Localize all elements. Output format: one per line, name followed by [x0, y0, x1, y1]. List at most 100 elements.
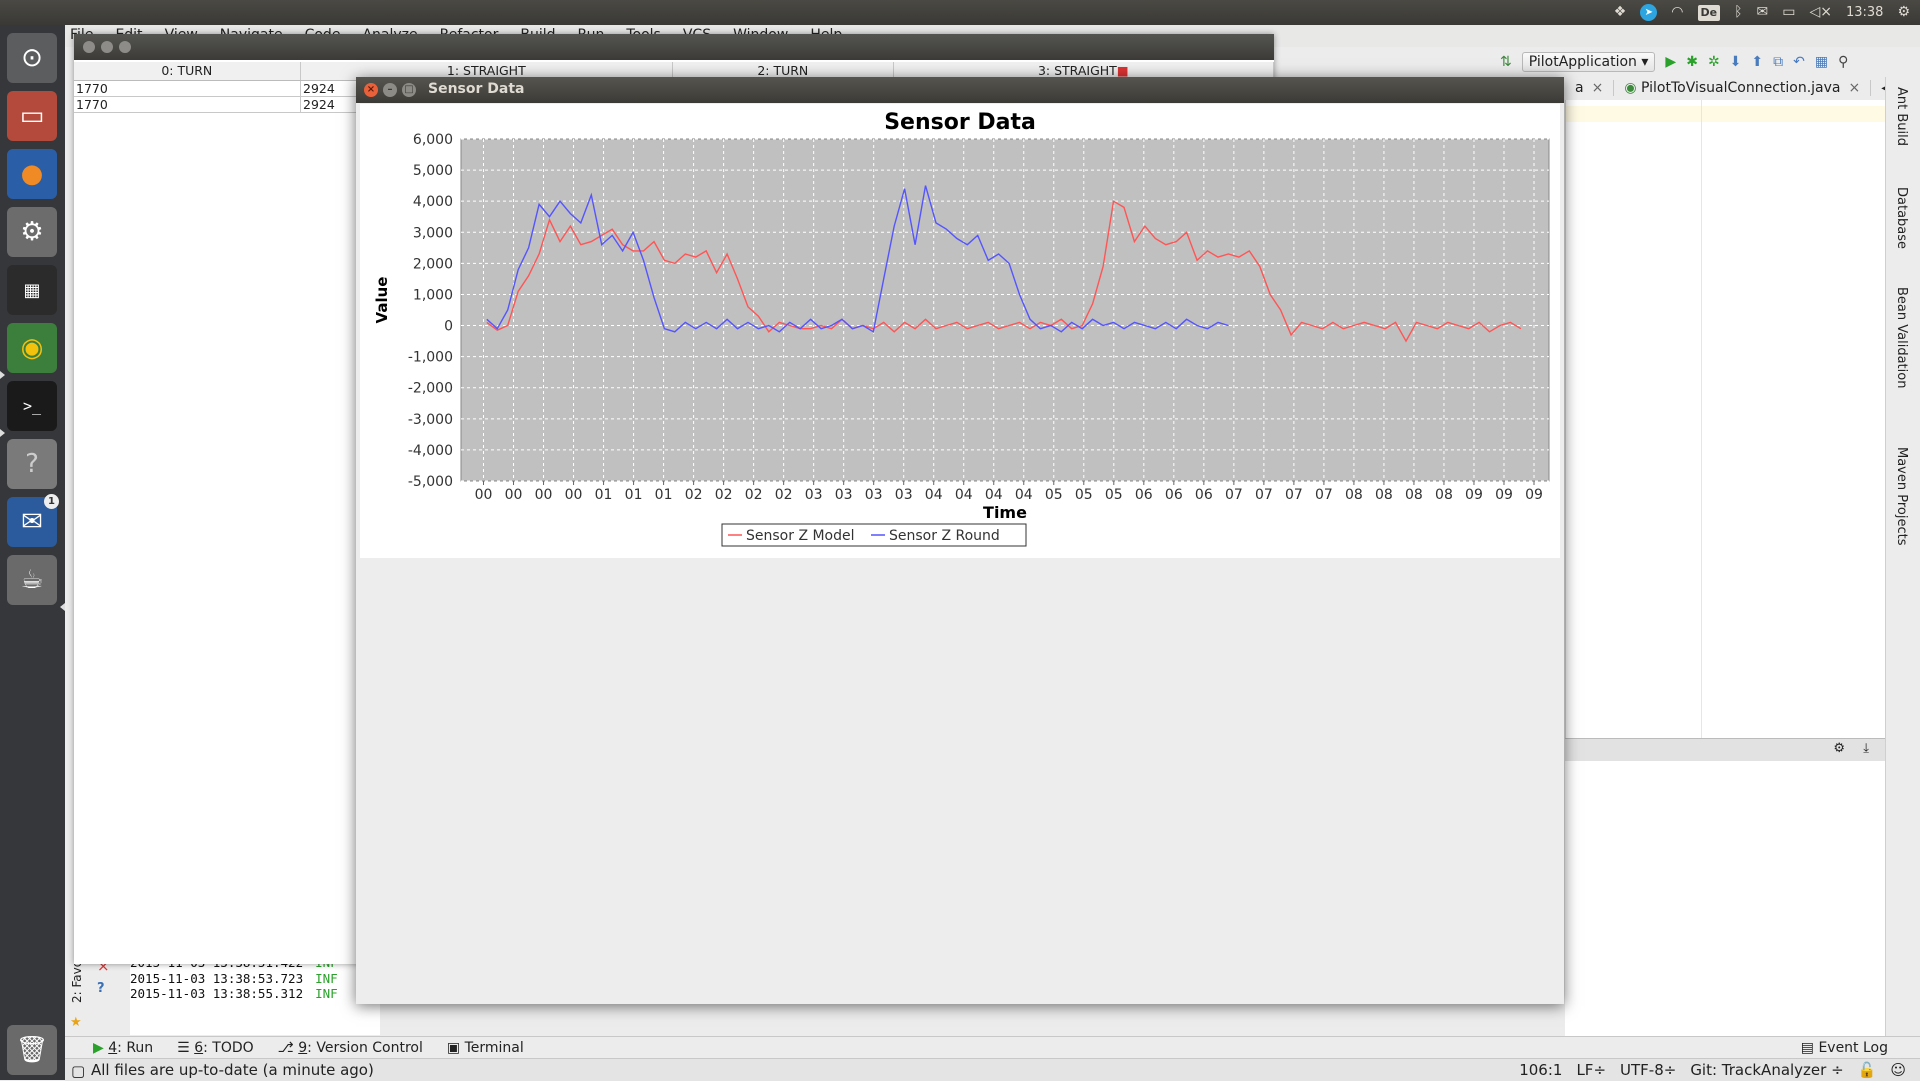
inspector-icon[interactable]: ☺	[1890, 1061, 1906, 1079]
running-indicator	[0, 371, 5, 379]
x-axis-label: Time	[983, 503, 1027, 522]
table-row[interactable]: 1770 2924	[74, 97, 394, 113]
lock-icon[interactable]: 🔓	[1858, 1061, 1877, 1079]
firefox-icon[interactable]: ●	[7, 149, 57, 199]
bluetooth-icon[interactable]: ᛒ	[1734, 0, 1742, 25]
terminal-icon: ▣	[446, 1040, 461, 1056]
search-icon[interactable]: ⚲	[1838, 54, 1848, 70]
file-encoding[interactable]: UTF-8÷	[1620, 1061, 1676, 1079]
telegram-icon[interactable]: ➤	[1640, 4, 1658, 21]
debug-icon[interactable]: ✱	[1686, 54, 1698, 70]
close-icon[interactable]: ×	[364, 83, 378, 97]
x-tick-label: 09	[1495, 487, 1513, 503]
revert-icon[interactable]: ↶	[1793, 54, 1805, 70]
x-tick-label: 04	[985, 487, 1003, 503]
clock[interactable]: 13:38	[1846, 5, 1883, 20]
x-tick-label: 00	[535, 487, 553, 503]
chrome-icon[interactable]: ◉	[7, 323, 57, 373]
close-icon[interactable]	[83, 41, 95, 53]
y-tick-label: -3,000	[408, 412, 453, 428]
chart-panel[interactable]: Sensor Data 6,000 5,000 4,000 3,000 2,000 1,00…	[360, 104, 1560, 558]
table-cell[interactable]: 1770	[74, 81, 301, 97]
java-app-icon[interactable]: ☕	[7, 555, 57, 605]
status-widgets: 106:1 LF÷ UTF-8÷ Git: TrackAnalyzer ÷ 🔓 …	[1519, 1061, 1906, 1079]
maximize-icon[interactable]: □	[402, 83, 416, 97]
x-tick-label: 08	[1375, 487, 1393, 503]
column-header[interactable]: 0: TURN	[74, 62, 301, 80]
settings-gear-icon[interactable]: ⚙	[1833, 741, 1845, 756]
version-control-tool-button[interactable]: ⎇ 9: Version Control	[278, 1040, 423, 1056]
editor-tab-label: a	[1575, 80, 1584, 96]
run-configuration-select[interactable]: PilotApplication ▾	[1521, 52, 1656, 72]
x-tick-label: 00	[505, 487, 523, 503]
trash-icon[interactable]: 🗑	[7, 1025, 57, 1075]
y-tick-label: -2,000	[408, 381, 453, 397]
project-structure-icon[interactable]: ▦	[1815, 54, 1828, 70]
dropbox-icon[interactable]: ❖	[1614, 0, 1627, 25]
files-icon[interactable]: ▭	[7, 91, 57, 141]
build-icon[interactable]: ⇅	[1500, 54, 1512, 70]
x-tick-label: 02	[745, 487, 763, 503]
run-console[interactable]	[1565, 761, 1885, 1036]
x-tick-label: 09	[1465, 487, 1483, 503]
caret-position[interactable]: 106:1	[1519, 1061, 1562, 1079]
hide-panel-icon[interactable]: ⤓	[1863, 741, 1869, 756]
settings-gear-icon[interactable]: ⚙	[1897, 0, 1910, 25]
run-icon[interactable]: ▶	[1665, 54, 1676, 70]
editor-tab[interactable]: ◉ PilotToVisualConnection.java ×	[1614, 80, 1872, 96]
wifi-icon[interactable]: ◠	[1671, 0, 1683, 25]
x-tick-label: 03	[805, 487, 823, 503]
keyboard-layout-indicator[interactable]: De	[1697, 4, 1721, 21]
unity-launcher: ⊙ ▭ ● ⚙ ▦ ◉ >_ ? ✉ 1 ☕ 🗑	[0, 25, 65, 1080]
volume-icon[interactable]: ◁×	[1809, 0, 1832, 25]
workspace-switcher-icon[interactable]: ▦	[7, 265, 57, 315]
help-icon[interactable]: ?	[7, 439, 57, 489]
console-log[interactable]: 2015-11-03 13:38:51.422INF 2015-11-03 13…	[130, 955, 380, 1035]
y-tick-label: 1,000	[413, 287, 453, 303]
terminal-tool-button[interactable]: ▣ Terminal	[447, 1040, 524, 1056]
y-tick-label: 3,000	[413, 225, 453, 241]
window-titlebar	[74, 34, 1274, 60]
focused-indicator	[60, 603, 65, 611]
x-tick-label: 00	[565, 487, 583, 503]
git-branch[interactable]: Git: TrackAnalyzer ÷	[1690, 1061, 1843, 1079]
coverage-icon[interactable]: ✲	[1708, 54, 1720, 70]
maximize-icon[interactable]	[119, 41, 131, 53]
run-config-label: PilotApplication	[1528, 54, 1637, 70]
event-log-icon: ▤	[1800, 1040, 1814, 1056]
todo-tool-button[interactable]: ☰ 6: TODO	[177, 1040, 253, 1056]
sensor-data-window: × – □ Sensor Data Sensor Data 6,000 5,000 4…	[356, 77, 1564, 1004]
maven-projects-tab[interactable]: Maven Projects	[1894, 447, 1909, 546]
window-titlebar[interactable]: × – □ Sensor Data	[356, 77, 1564, 103]
mail-icon[interactable]: ✉	[1757, 0, 1769, 25]
dash-home-icon[interactable]: ⊙	[7, 33, 57, 83]
code-editor[interactable]	[1565, 100, 1886, 738]
system-settings-icon[interactable]: ⚙	[7, 207, 57, 257]
battery-icon[interactable]: ▭	[1782, 0, 1795, 25]
minimize-icon[interactable]	[101, 41, 113, 53]
status-toggle-icon[interactable]: ▢	[71, 1062, 85, 1080]
terminal-icon[interactable]: >_	[7, 381, 57, 431]
vcs-update-icon[interactable]: ⬇	[1730, 54, 1742, 70]
bean-validation-tab[interactable]: Bean Validation	[1894, 287, 1909, 388]
y-tick-label: 2,000	[413, 256, 453, 272]
run-tool-button[interactable]: ▶ 4: Run	[93, 1040, 153, 1056]
table-row[interactable]: 1770 2924	[74, 81, 394, 97]
vcs-commit-icon[interactable]: ⬆	[1751, 54, 1763, 70]
close-icon[interactable]: ×	[1849, 80, 1861, 96]
help-icon[interactable]: ?	[97, 981, 105, 996]
ant-build-tab[interactable]: Ant Build	[1894, 87, 1909, 146]
table-cell[interactable]: 1770	[74, 97, 301, 113]
thunderbird-icon[interactable]: ✉ 1	[7, 494, 59, 547]
system-tray: ❖ ➤ ◠ De ᛒ ✉ ▭ ◁× 13:38 ⚙	[1614, 0, 1910, 25]
database-tab[interactable]: Database	[1894, 187, 1909, 249]
event-log-button[interactable]: ▤ Event Log	[1801, 1037, 1888, 1059]
tool-label: : Run	[117, 1040, 154, 1056]
y-tick-label: -1,000	[408, 350, 453, 366]
editor-tab[interactable]: a ×	[1565, 80, 1615, 96]
x-tick-label: 07	[1225, 487, 1243, 503]
compare-icon[interactable]: ⧉	[1773, 54, 1783, 70]
close-icon[interactable]: ×	[1592, 80, 1604, 96]
line-separator[interactable]: LF÷	[1576, 1061, 1606, 1079]
minimize-icon[interactable]: –	[383, 83, 397, 97]
